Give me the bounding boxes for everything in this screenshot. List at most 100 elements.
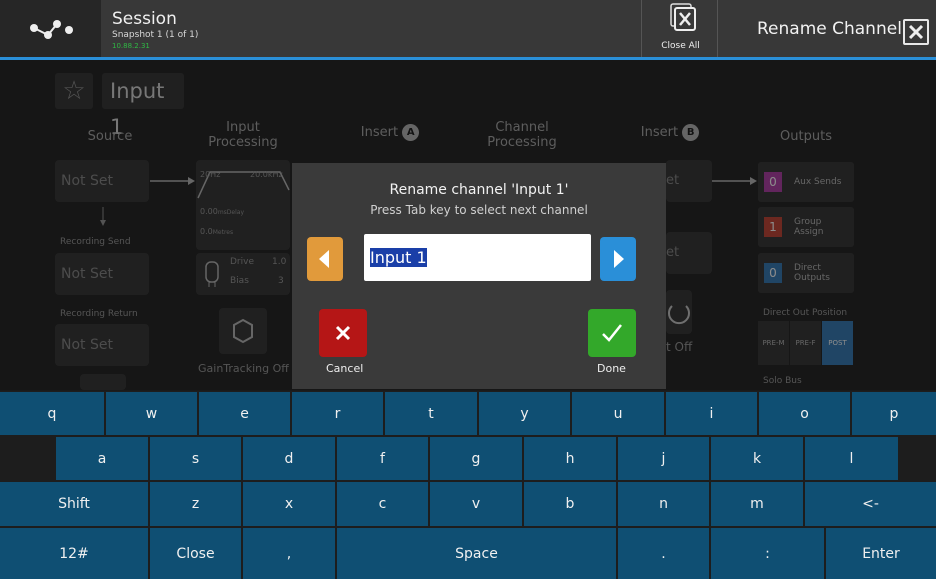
key-d[interactable]: d [243,437,335,480]
previous-channel-button[interactable] [307,237,343,281]
arrow-left-icon [319,250,329,268]
key-b[interactable]: b [524,482,616,526]
outputs-heading: Outputs [780,129,832,144]
key-l[interactable]: l [805,437,898,480]
delay-ms: 0.00 [200,207,218,216]
preamp-drive-block[interactable]: Drive 1.0 Bias 3 [196,253,290,295]
insert-b-second-select[interactable]: et [666,232,712,274]
recording-return-label: Recording Return [60,309,138,319]
bias-label: Bias [230,276,249,286]
source-flow-arrow-icon [150,177,195,185]
key-i[interactable]: i [666,392,757,435]
source-select[interactable]: Not Set [55,160,149,202]
group-assign-label: Group Assign [794,217,824,237]
direct-out-pre-m[interactable]: PRE-M [758,321,789,365]
direct-out-pre-f[interactable]: PRE-F [790,321,821,365]
group-assign-button[interactable]: 1 Group Assign [758,207,854,247]
key-f[interactable]: f [337,437,428,480]
channel-name-label[interactable]: Input 1 [102,73,184,139]
done-button[interactable] [588,309,636,357]
metres-unit: Metres [212,229,234,236]
key-a[interactable]: a [56,437,148,480]
power-icon [668,305,690,325]
next-channel-button[interactable] [600,237,636,281]
insert-a-label: Insert [360,125,399,140]
insert-a-heading: Insert A [340,124,440,141]
key-z[interactable]: z [150,482,241,526]
session-title[interactable]: Session [112,9,177,29]
insert-b-power-button[interactable] [666,290,692,334]
key-v[interactable]: v [430,482,522,526]
key-backspace[interactable]: <- [805,482,936,526]
solo-bus-label: Solo Bus [763,376,802,386]
channel-name-input[interactable] [364,234,591,281]
input-processing-heading: Input Processing [208,120,278,150]
key-k[interactable]: k [711,437,803,480]
onscreen-keyboard: q w e r t y u i o p a s d f g h j k l Sh… [0,391,936,579]
key-e[interactable]: e [199,392,290,435]
key-g[interactable]: g [430,437,522,480]
insert-b-heading: Insert B [620,124,720,141]
key-w[interactable]: w [106,392,197,435]
close-all-label: Close All [661,41,700,51]
recording-send-select[interactable]: Not Set [55,253,149,295]
key-x[interactable]: x [243,482,335,526]
close-all-button[interactable]: Close All [641,0,718,57]
close-all-icon [670,3,696,31]
key-q[interactable]: q [0,392,104,435]
key-s[interactable]: s [150,437,241,480]
bias-value: 3 [278,276,284,286]
insert-a-badge: A [402,124,420,141]
key-o[interactable]: o [759,392,850,435]
direct-outputs-button[interactable]: 0 Direct Outputs [758,253,854,293]
rename-channel-title: Rename Channel [757,19,902,39]
key-r[interactable]: r [292,392,383,435]
key-space[interactable]: Space [337,528,616,579]
cancel-button[interactable] [319,309,367,357]
key-u[interactable]: u [572,392,664,435]
lpf-value: 20.0kHz [250,170,283,179]
recording-return-select[interactable]: Not Set [55,324,149,366]
key-numeric[interactable]: 12# [0,528,148,579]
key-n[interactable]: n [618,482,709,526]
snapshot-status: Snapshot 1 (1 of 1) [112,30,199,40]
dialog-subtitle: Press Tab key to select next channel [370,203,588,217]
key-c[interactable]: c [337,482,428,526]
cancel-label: Cancel [326,362,364,375]
key-colon[interactable]: : [711,528,824,579]
drive-value: 1.0 [272,257,287,267]
group-assign-count: 1 [764,217,782,237]
gain-tracking-icon [233,318,253,344]
key-m[interactable]: m [711,482,803,526]
key-period[interactable]: . [618,528,709,579]
key-close[interactable]: Close [150,528,241,579]
close-icon [335,325,351,341]
direct-out-post[interactable]: POST [822,321,853,365]
done-label: Done [597,362,626,375]
patch-button[interactable] [80,374,126,390]
key-p[interactable]: p [852,392,936,435]
direct-outputs-label: Direct Outputs [794,263,830,283]
dialog-title: Rename channel 'Input 1' [389,182,569,198]
menu-logo-button[interactable] [0,0,101,57]
top-bar: Session Snapshot 1 (1 of 1) 10.88.2.31 C… [0,0,936,60]
source-heading: Source [87,129,133,144]
key-y[interactable]: y [479,392,570,435]
recording-send-label: Recording Send [60,237,131,247]
gain-tracking-button[interactable] [219,308,267,354]
insert-b-select[interactable]: et [666,160,712,202]
rename-dialog: Rename channel 'Input 1' Press Tab key t… [292,163,666,389]
aux-sends-button[interactable]: 0 Aux Sends [758,162,854,202]
input-processing-block[interactable]: 20Hz 20.0kHz 0.00msDelay 0.0Metres [196,160,290,250]
key-enter[interactable]: Enter [826,528,936,579]
key-j[interactable]: j [618,437,709,480]
key-shift[interactable]: Shift [0,482,148,526]
insert-b-badge: B [682,124,700,141]
close-rename-button[interactable] [903,19,929,45]
favourite-star-icon[interactable]: ☆ [55,73,93,109]
insert-b-label: Insert [640,125,679,140]
filter-curve-icon [197,171,290,199]
key-t[interactable]: t [385,392,477,435]
key-comma[interactable]: , [243,528,335,579]
key-h[interactable]: h [524,437,616,480]
